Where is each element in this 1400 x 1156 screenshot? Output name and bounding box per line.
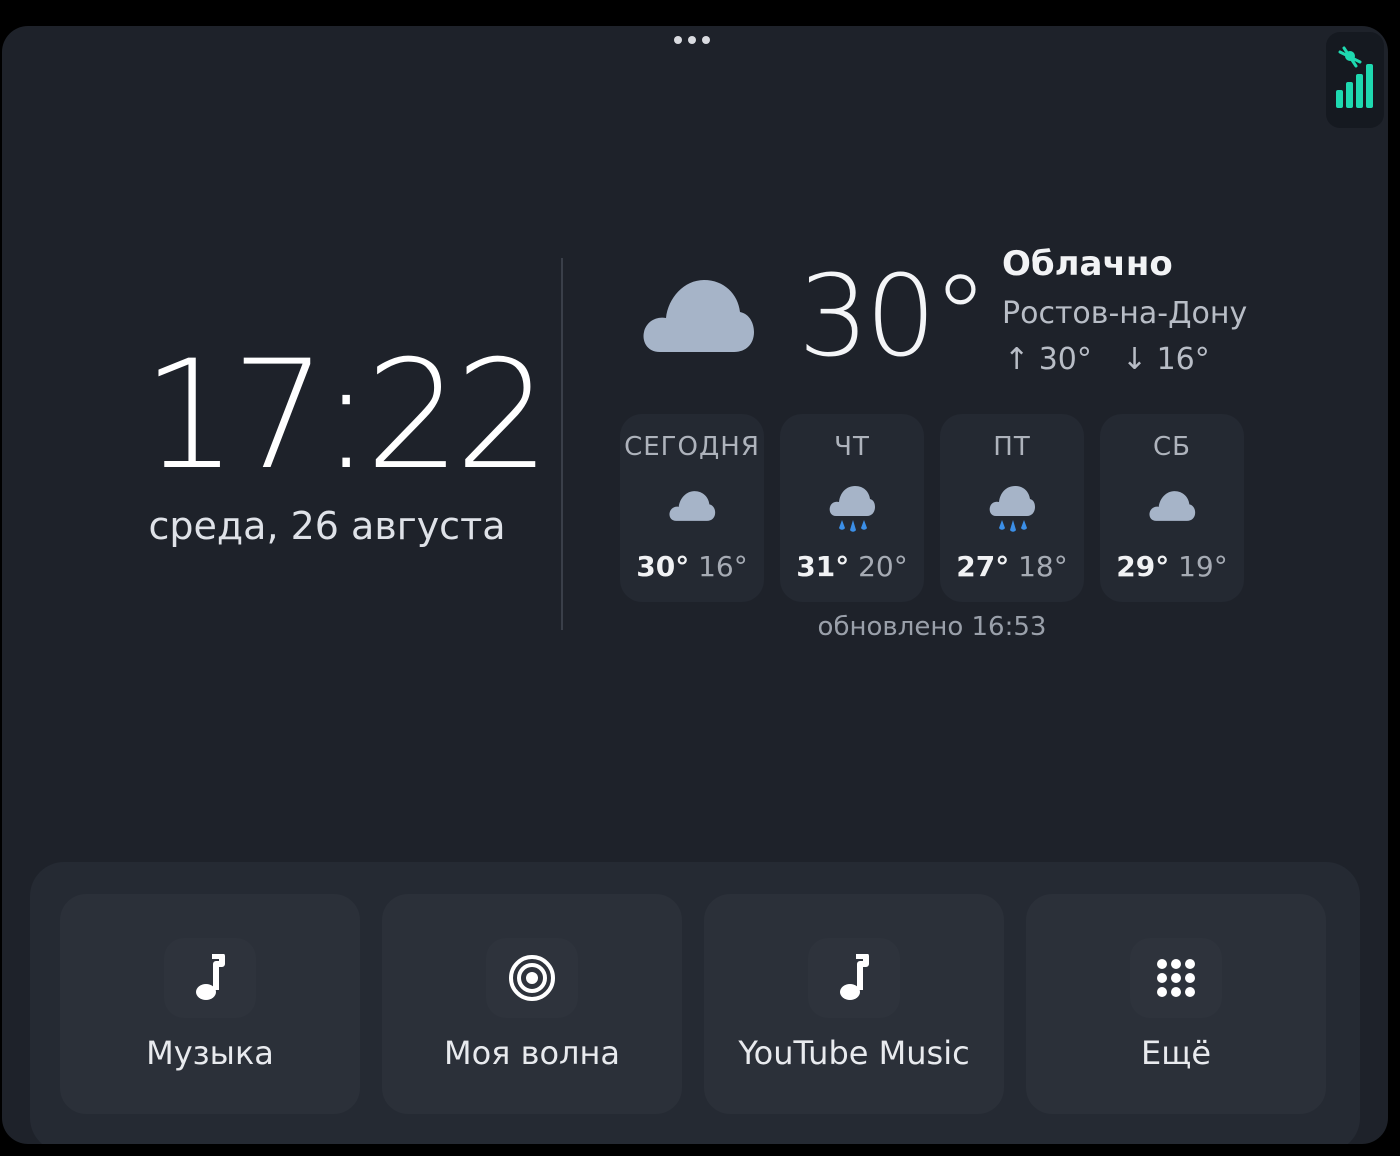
arrow-down-icon: ↓ [1121,342,1148,377]
divider [561,258,563,630]
app-tile-music[interactable]: Музыка [60,894,360,1114]
app-tile-label: Музыка [146,1034,274,1072]
forecast-high: 30° [636,550,690,583]
app-tile-label: Ещё [1140,1034,1212,1072]
forecast-card[interactable]: ЧТ 31° 20° [780,414,924,602]
apps-grid-icon [1157,959,1195,997]
radio-wave-icon [509,955,555,1001]
music-note-icon [196,954,225,1000]
low-value: 16° [1156,342,1210,377]
forecast-temps: 29° 19° [1100,550,1244,583]
home-screen: 17:22 среда, 26 августа 30° Облачно Рост… [2,26,1388,1144]
connection-status[interactable] [1326,32,1384,128]
forecast-temps: 30° 16° [620,550,764,583]
cloud-rain-icon [829,486,875,532]
cloud-icon [643,280,754,352]
forecast-temps: 31° 20° [780,550,924,583]
forecast-low: 20° [858,550,908,583]
dot [702,36,710,44]
app-tile-my-wave[interactable]: Моя волна [382,894,682,1114]
app-tile-youtube-music[interactable]: YouTube Music [704,894,1004,1114]
cloud-icon [669,491,716,521]
forecast-low: 18° [1018,550,1068,583]
forecast-day: ЧТ [834,432,870,462]
high-temp: ↑ 30° [1004,342,1092,377]
high-low: ↑ 30° ↓ 16° [1004,342,1210,377]
clock-date: среда, 26 августа [148,504,506,548]
app-tile-label: YouTube Music [738,1034,970,1072]
forecast-high: 31° [796,550,850,583]
current-temperature: 30° [798,252,989,382]
dot [688,36,696,44]
clock-time: 17:22 [142,329,550,503]
forecast-high: 29° [1116,550,1170,583]
forecast-temps: 27° 18° [940,550,1084,583]
forecast-day: СБ [1153,432,1191,462]
weather-city: Ростов-на-Дону [1002,296,1248,331]
weather-condition: Облачно [1002,244,1173,284]
music-note-icon [840,954,869,1000]
dot [674,36,682,44]
forecast-low: 16° [698,550,748,583]
forecast-low: 19° [1178,550,1228,583]
app-tile-label: Моя волна [443,1034,621,1072]
forecast-day: СЕГОДНЯ [624,432,760,462]
forecast-high: 27° [956,550,1010,583]
forecast-card[interactable]: СЕГОДНЯ 30° 16° [620,414,764,602]
app-tile-more[interactable]: Ещё [1026,894,1326,1114]
low-temp: ↓ 16° [1122,342,1210,377]
cloud-rain-icon [989,486,1035,532]
forecast-day: ПТ [993,432,1031,462]
more-options-handle[interactable] [674,36,710,44]
app-dock: Музыка Моя волна YouTube Music Ещё [30,862,1360,1144]
weather-updated: обновлено 16:53 [817,612,1047,642]
forecast-card[interactable]: СБ 29° 19° [1100,414,1244,602]
forecast-row: СЕГОДНЯ 30° 16° ЧТ 31° 20° ПТ 27° 18° СБ… [620,414,1244,602]
high-value: 30° [1038,342,1092,377]
cloud-icon [1149,491,1196,521]
forecast-card[interactable]: ПТ 27° 18° [940,414,1084,602]
arrow-up-icon: ↑ [1004,342,1030,377]
signal-bars-icon [1336,46,1373,108]
